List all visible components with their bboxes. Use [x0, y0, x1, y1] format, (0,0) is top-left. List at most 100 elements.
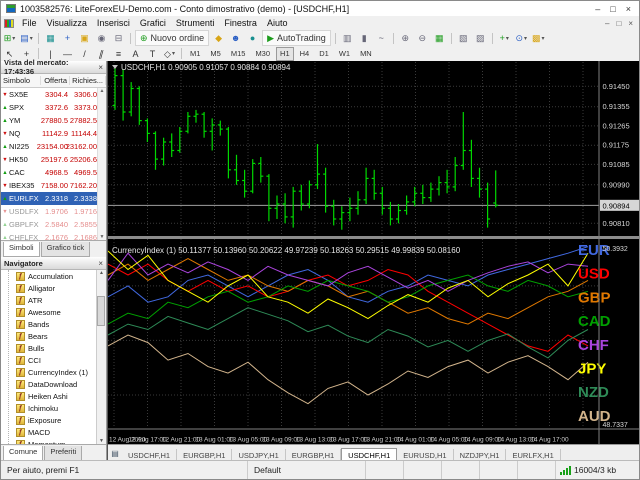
shapes-button[interactable]: ◇ ▾ [161, 47, 178, 61]
profile-selector[interactable]: Default [247, 461, 365, 479]
timeframe-m30[interactable]: M30 [251, 47, 274, 61]
navigator-item[interactable]: ƒ CurrencyIndex (1) [1, 366, 106, 378]
tab-preferiti[interactable]: Preferiti [44, 446, 83, 461]
periods-button[interactable]: ⊙ ▾ [513, 31, 530, 45]
tile-windows-button[interactable]: ▦ [431, 31, 448, 45]
timeframe-m1[interactable]: M1 [186, 47, 204, 61]
zoom-out-button[interactable]: ⊖ [414, 31, 431, 45]
tester-button[interactable]: ◉ [93, 31, 110, 45]
toolbar-separator [334, 32, 336, 44]
timeframe-w1[interactable]: W1 [335, 47, 354, 61]
market-watch-button[interactable]: ▦ [42, 31, 59, 45]
navigator-item[interactable]: ƒ Bands [1, 318, 106, 330]
menu-aiuto[interactable]: Aiuto [262, 18, 293, 28]
timeframe-d1[interactable]: D1 [315, 47, 333, 61]
table-row[interactable]: ▲ SPX 3372.6 3373.0 [1, 101, 106, 114]
menu-file[interactable]: File [17, 18, 42, 28]
table-row[interactable]: ▼ SX5E 3304.4 3306.0 [1, 88, 106, 101]
navigator-item[interactable]: ƒ Momentum [1, 438, 106, 444]
label-button[interactable]: T [144, 47, 161, 61]
chart-canvas[interactable]: EURUSDGBPCADCHFJPYNZDAUD0.914500.913550.… [107, 61, 640, 447]
minimize-icon[interactable]: – [595, 4, 600, 14]
navigator-item[interactable]: ƒ ATR [1, 294, 106, 306]
menu-inserisci[interactable]: Inserisci [92, 18, 135, 28]
tab-comune[interactable]: Comune [3, 446, 44, 461]
text-button[interactable]: A [127, 47, 144, 61]
table-row[interactable]: ▲ CHFLFX 2.1676 2.1686 [1, 231, 106, 240]
child-minimize-icon[interactable]: – [605, 19, 609, 28]
navigator-item[interactable]: ƒ Bulls [1, 342, 106, 354]
cascade-button[interactable]: ▧ [455, 31, 472, 45]
navigator-item[interactable]: ƒ Awesome [1, 306, 106, 318]
timeframe-h4[interactable]: H4 [296, 47, 314, 61]
close-icon[interactable]: × [98, 63, 103, 72]
line-chart-button[interactable]: ~ [373, 31, 390, 45]
navigator-item[interactable]: ƒ CCI [1, 354, 106, 366]
menu-visualizza[interactable]: Visualizza [42, 18, 92, 28]
navigator-item[interactable]: ƒ Accumulation [1, 270, 106, 282]
navigator-item[interactable]: ƒ iExposure [1, 414, 106, 426]
table-row[interactable]: ▲ NI225 23154.00 23162.00 [1, 140, 106, 153]
candlestick-button[interactable]: ▮ [356, 31, 373, 45]
table-row[interactable]: ▼ IBEX35 7158.00 7162.20 [1, 179, 106, 192]
column-header[interactable]: Richies... [70, 76, 106, 85]
column-header[interactable]: Offerta [41, 76, 70, 85]
table-row[interactable]: ▲ GBPLFX 2.5840 2.5855 [1, 218, 106, 231]
table-row[interactable]: ▲ YM 27880.5 27882.5 [1, 114, 106, 127]
navigator-item[interactable]: ƒ Ichimoku [1, 402, 106, 414]
navigator-item-label: MACD [28, 427, 51, 437]
profiles-button[interactable]: ▤ ▾ [18, 31, 35, 45]
column-header[interactable]: Simbolo [1, 76, 41, 85]
scrollbar-thumb[interactable] [97, 296, 105, 326]
maximize-icon[interactable]: □ [610, 4, 615, 14]
navigator-item[interactable]: ƒ MACD [1, 426, 106, 438]
tab-simboli[interactable]: Simboli [3, 242, 40, 257]
table-row[interactable]: ▼ NQ 11142.9 11144.4 [1, 127, 106, 140]
data-window-button[interactable]: ⊟ [110, 31, 127, 45]
bar-chart-button[interactable]: ▥ [339, 31, 356, 45]
navigator-item[interactable]: ƒ Bears [1, 330, 106, 342]
menu-strumenti[interactable]: Strumenti [171, 18, 220, 28]
terminal-button[interactable]: ▣ [76, 31, 93, 45]
navigator-item[interactable]: ƒ Alligator [1, 282, 106, 294]
timeframe-m15[interactable]: M15 [227, 47, 250, 61]
nuovo-ordine-button[interactable]: ⊕ Nuovo ordine [135, 30, 210, 46]
tab-grafico-tick[interactable]: Grafico tick [40, 242, 91, 257]
close-icon[interactable]: × [626, 4, 631, 14]
table-row[interactable]: ▼ USDLFX 1.9706 1.9716 [1, 205, 106, 218]
timeframe-h1[interactable]: H1 [276, 46, 294, 61]
pane-splitter[interactable] [108, 236, 640, 239]
new-chart-button[interactable]: ⊞ ▾ [1, 31, 18, 45]
navigator-item[interactable]: ƒ Heiken Ashi [1, 390, 106, 402]
indicators-button[interactable]: + ▾ [496, 31, 513, 45]
signals-button[interactable]: ◆ [210, 31, 227, 45]
scroll-down-icon[interactable]: ▼ [99, 438, 104, 444]
community-button[interactable]: ● [244, 31, 261, 45]
indicators-icon: + [499, 33, 505, 43]
autotrading-button[interactable]: ▶ AutoTrading [262, 30, 331, 46]
scroll-up-icon[interactable]: ▲ [100, 88, 105, 94]
navigator-item[interactable]: ƒ DataDownload [1, 378, 106, 390]
close-icon[interactable]: × [98, 259, 103, 268]
market-watch-scrollbar[interactable]: ▲ ▼ [97, 88, 106, 240]
table-row[interactable]: ▲ CAC 4968.5 4969.5 [1, 166, 106, 179]
child-close-icon[interactable]: × [628, 19, 633, 28]
window-list-icon[interactable]: ▤ [108, 449, 122, 458]
arrow-up-icon: ▲ [2, 195, 8, 202]
scroll-up-icon[interactable]: ▲ [99, 270, 104, 276]
accounts-button[interactable]: ☻ [227, 31, 244, 45]
zoom-in-button[interactable]: ⊕ [397, 31, 414, 45]
fibonacci-button[interactable]: ≡ [110, 47, 127, 61]
table-row[interactable]: ▼ HK50 25197.6 25206.6 [1, 153, 106, 166]
trendline-icon: / [83, 48, 86, 59]
timeframe-m5[interactable]: M5 [206, 47, 224, 61]
child-restore-icon[interactable]: □ [616, 19, 621, 28]
table-row[interactable]: ▲ EURLFX 2.3318 2.3338 [1, 192, 106, 205]
menu-finestra[interactable]: Finestra [219, 18, 262, 28]
menu-grafici[interactable]: Grafici [135, 18, 171, 28]
timeframe-mn[interactable]: MN [356, 47, 376, 61]
templates-button[interactable]: ▩ ▾ [530, 31, 547, 45]
scroll-down-icon[interactable]: ▼ [100, 234, 105, 240]
navigator-button[interactable]: + [59, 31, 76, 45]
tile-horizontal-button[interactable]: ▨ [472, 31, 489, 45]
